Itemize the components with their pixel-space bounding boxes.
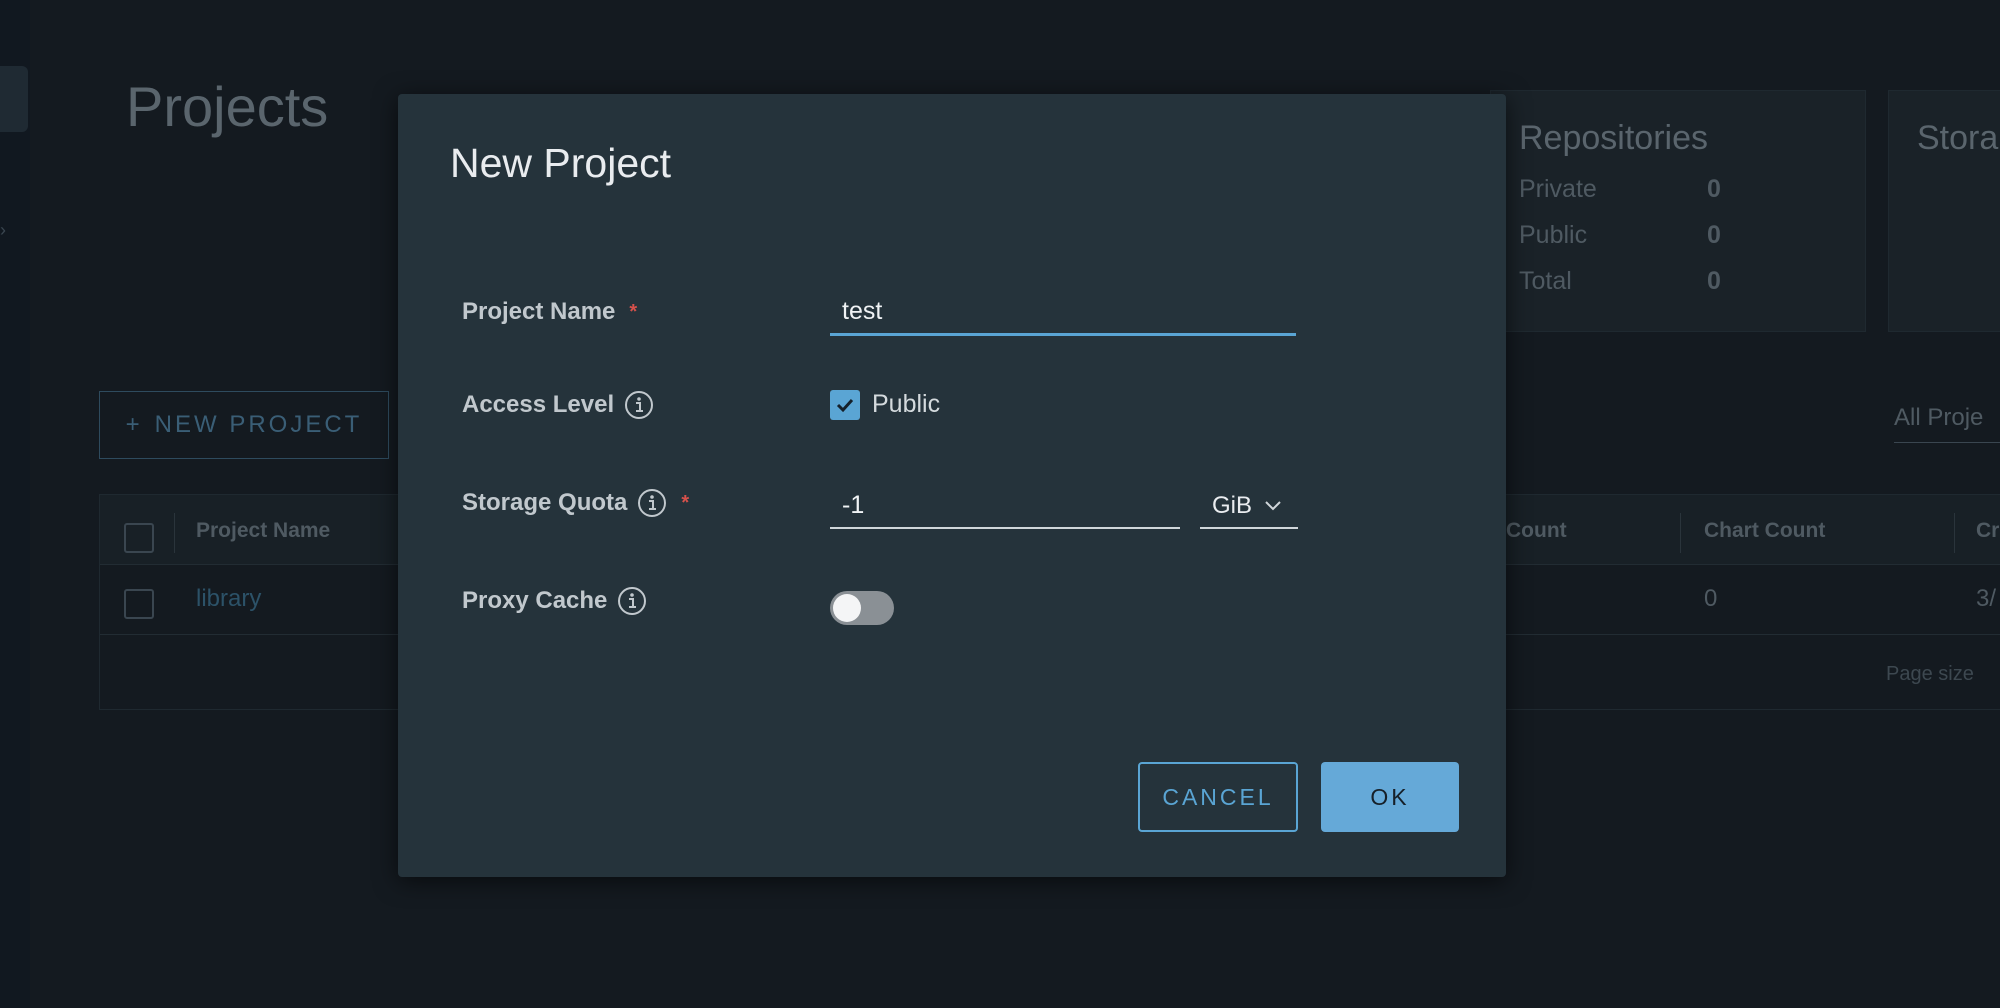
required-marker: * [681, 491, 690, 514]
column-count[interactable]: Count [1506, 519, 1567, 543]
proxy-cache-toggle[interactable] [830, 591, 894, 625]
required-marker: * [629, 300, 638, 323]
chevron-down-icon [1265, 501, 1281, 511]
column-created[interactable]: Cr [1976, 519, 1999, 543]
column-chart-count[interactable]: Chart Count [1704, 519, 1825, 543]
access-level-label: Access Level [462, 390, 654, 420]
toggle-knob [833, 594, 861, 622]
check-icon [836, 398, 854, 413]
dialog-title: New Project [450, 140, 672, 186]
info-circle-icon[interactable] [624, 390, 654, 420]
storage-quota-label: Storage Quota * [462, 488, 690, 518]
row-checkbox[interactable] [124, 589, 154, 619]
created-cell: 3/ [1976, 585, 1997, 612]
cancel-button[interactable]: CANCEL [1138, 762, 1298, 832]
plus-icon: + [125, 411, 143, 438]
project-link-library[interactable]: library [196, 585, 261, 613]
repositories-public-row: Public 0 [1519, 221, 1721, 249]
proxy-cache-label: Proxy Cache [462, 586, 647, 616]
public-checkbox[interactable] [830, 390, 860, 420]
nav-expand-icon[interactable]: › [0, 220, 6, 241]
left-nav: › [0, 0, 30, 1008]
project-name-label: Project Name * [462, 298, 638, 325]
chart-count-cell: 0 [1704, 585, 1718, 612]
project-name-input[interactable] [830, 290, 1296, 336]
select-all-checkbox[interactable] [124, 523, 154, 553]
ok-button[interactable]: OK [1321, 762, 1459, 832]
column-project-name[interactable]: Project Name [196, 519, 330, 543]
storage-quota-input[interactable] [830, 483, 1180, 529]
storage-card: Stora [1888, 90, 2000, 332]
info-circle-icon[interactable] [617, 586, 647, 616]
nav-item-active[interactable] [0, 66, 28, 132]
page-size-label: Page size [1886, 663, 1974, 685]
page-title: Projects [126, 75, 329, 138]
repositories-private-row: Private 0 [1519, 175, 1721, 203]
info-circle-icon[interactable] [637, 488, 667, 518]
repositories-total-row: Total 0 [1519, 267, 1721, 295]
repositories-card-title: Repositories [1519, 119, 1708, 157]
project-filter-select[interactable]: All Proje [1894, 404, 2000, 443]
storage-unit-select[interactable]: GiB [1200, 485, 1298, 529]
new-project-button[interactable]: + NEW PROJECT [99, 391, 389, 459]
storage-card-title: Stora [1917, 119, 1999, 157]
repositories-card: Repositories Private 0 Public 0 Total 0 [1490, 90, 1866, 332]
public-checkbox-label[interactable]: Public [872, 390, 940, 419]
new-project-dialog: New Project Project Name * Access Level … [398, 94, 1506, 877]
